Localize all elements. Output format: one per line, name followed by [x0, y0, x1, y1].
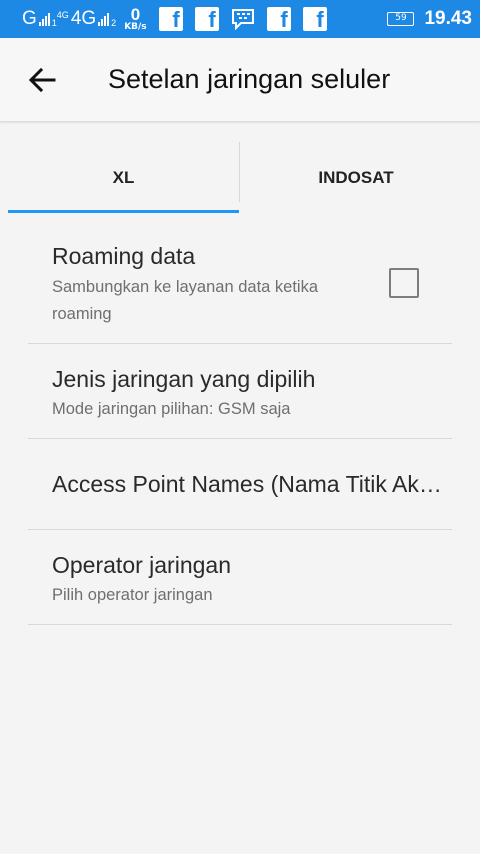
signal-icon	[38, 12, 50, 26]
facebook-icon: f	[158, 7, 183, 31]
access-point-names-item[interactable]: Access Point Names (Nama Titik Akses)	[28, 439, 452, 530]
preferred-network-type-item[interactable]: Jenis jaringan yang dipilih Mode jaringa…	[28, 344, 452, 439]
sim2-signal: 4G 2	[71, 8, 116, 30]
network-type-small: 4G	[56, 10, 69, 20]
network-operator-item[interactable]: Operator jaringan Pilih operator jaringa…	[28, 530, 452, 625]
roaming-data-item[interactable]: Roaming data Sambungkan ke layanan data …	[28, 226, 452, 344]
clock: 19.43	[424, 8, 472, 29]
speed-value: 0	[130, 5, 141, 24]
sim1-signal: G 1 4G	[22, 8, 69, 30]
item-summary: Pilih operator jaringan	[52, 586, 213, 604]
item-summary: Sambungkan ke layanan data ketika roamin…	[52, 278, 319, 323]
battery-icon: 59	[387, 12, 415, 26]
carrier-label: G	[22, 8, 37, 29]
status-bar: G 1 4G 4G 2 0 KB/s f f f f 59 19.43	[0, 0, 480, 38]
bbm-icon	[231, 8, 255, 31]
sim-tabs: XL INDOSAT	[0, 142, 480, 214]
facebook-icon: f	[302, 7, 327, 31]
tab-xl[interactable]: XL	[8, 142, 239, 214]
item-title: Jenis jaringan yang dipilih	[52, 366, 316, 392]
signal-icon	[98, 12, 110, 26]
facebook-icon: f	[266, 7, 291, 31]
back-arrow-icon[interactable]	[24, 62, 60, 98]
item-title: Access Point Names (Nama Titik Akses)	[52, 471, 448, 497]
toolbar: Setelan jaringan seluler	[0, 38, 480, 122]
item-summary: Mode jaringan pilihan: GSM saja	[52, 400, 291, 418]
tab-indosat[interactable]: INDOSAT	[240, 142, 472, 214]
page-title: Setelan jaringan seluler	[108, 64, 391, 94]
facebook-icon: f	[194, 7, 219, 31]
roaming-data-checkbox[interactable]	[389, 268, 419, 298]
network-speed: 0 KB/s	[124, 6, 146, 32]
tab-indicator	[8, 210, 239, 213]
speed-unit: KB/s	[124, 22, 147, 32]
item-title: Operator jaringan	[52, 552, 231, 578]
sim-index: 2	[111, 18, 117, 28]
network-type: 4G	[70, 8, 97, 29]
item-title: Roaming data	[52, 243, 196, 269]
